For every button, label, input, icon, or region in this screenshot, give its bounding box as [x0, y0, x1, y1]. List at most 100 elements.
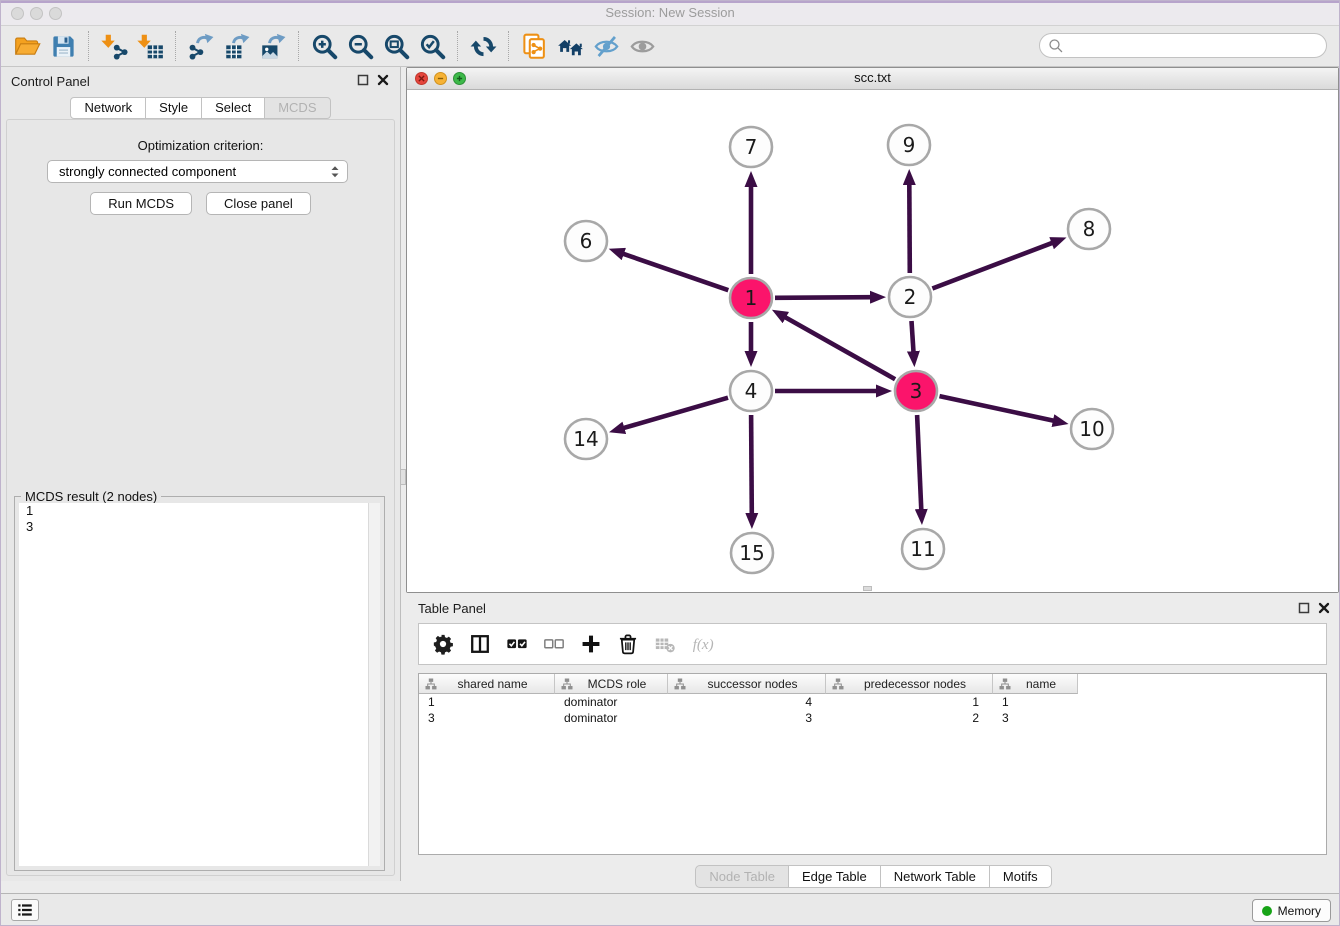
table-row[interactable]: 3dominator323 — [419, 710, 1326, 726]
window-minimize-button[interactable] — [30, 7, 43, 20]
node-14-label: 14 — [573, 427, 598, 451]
show-all-button[interactable] — [624, 29, 660, 63]
tab-select[interactable]: Select — [201, 97, 265, 119]
hierarchy-icon — [832, 678, 844, 690]
export-table-icon — [224, 33, 251, 60]
node-8-label: 8 — [1083, 217, 1096, 241]
delete-columns-button[interactable] — [617, 632, 639, 656]
cell-shared-name[interactable]: 3 — [419, 710, 555, 726]
cell-shared-name[interactable]: 1 — [419, 694, 555, 710]
node-3-label: 3 — [910, 379, 923, 403]
deselect-all-rows-button[interactable] — [543, 632, 565, 656]
cell-name[interactable]: 1 — [993, 694, 1078, 710]
function-builder-button: f(x) — [691, 632, 721, 656]
window-zoom-button[interactable] — [49, 7, 62, 20]
toolbar-separator — [175, 31, 176, 61]
cell-successor-nodes[interactable]: 4 — [668, 694, 826, 710]
edge-1-2[interactable] — [775, 297, 871, 298]
optimization-criterion-label: Optimization criterion: — [7, 138, 394, 153]
column-header-MCDS-role[interactable]: MCDS role — [555, 674, 668, 694]
open-session-button[interactable] — [9, 29, 45, 63]
column-header-name[interactable]: name — [993, 674, 1078, 694]
mcds-panel: Optimization criterion: strongly connect… — [6, 119, 395, 876]
zoom-in-icon — [311, 33, 338, 60]
add-column-button[interactable] — [580, 632, 602, 656]
export-table-button[interactable] — [219, 29, 255, 63]
export-image-button[interactable] — [255, 29, 291, 63]
cell-predecessor-nodes[interactable]: 2 — [826, 710, 993, 726]
first-neighbors-button[interactable] — [552, 29, 588, 63]
edge-1-6[interactable] — [623, 254, 728, 291]
zoom-selected-button[interactable] — [414, 29, 450, 63]
tab-network[interactable]: Network — [70, 97, 146, 119]
control-panel-tabs: NetworkStyleSelectMCDS — [1, 97, 400, 119]
hide-selected-button[interactable] — [588, 29, 624, 63]
zoom-fit-button[interactable] — [378, 29, 414, 63]
main-toolbar — [1, 26, 1339, 67]
result-node-id: 3 — [19, 519, 380, 535]
window-close-button[interactable] — [11, 7, 24, 20]
column-header-shared-name[interactable]: shared name — [419, 674, 555, 694]
tab-edge-table[interactable]: Edge Table — [788, 865, 881, 888]
memory-button[interactable]: Memory — [1252, 899, 1331, 922]
edge-3-11[interactable] — [917, 415, 921, 510]
search-box[interactable] — [1039, 33, 1327, 58]
edge-3-1[interactable] — [785, 317, 895, 379]
table-settings-button[interactable] — [432, 632, 454, 656]
toolbar-separator — [508, 31, 509, 61]
result-scrollbar[interactable] — [368, 503, 380, 866]
import-table-icon — [137, 33, 164, 60]
network-minimize-button[interactable] — [434, 72, 447, 85]
run-mcds-button[interactable]: Run MCDS — [90, 192, 192, 215]
export-network-button[interactable] — [183, 29, 219, 63]
apply-preferred-layout-button[interactable] — [465, 29, 501, 63]
tab-style[interactable]: Style — [145, 97, 202, 119]
memory-status-icon — [1262, 906, 1272, 916]
task-history-button[interactable] — [11, 899, 39, 921]
float-panel-icon[interactable] — [356, 73, 370, 87]
cell-successor-nodes[interactable]: 3 — [668, 710, 826, 726]
select-all-rows-button[interactable] — [506, 632, 528, 656]
import-table-button[interactable] — [132, 29, 168, 63]
zoom-in-button[interactable] — [306, 29, 342, 63]
cell-predecessor-nodes[interactable]: 1 — [826, 694, 993, 710]
search-input[interactable] — [1065, 35, 1326, 57]
tab-mcds[interactable]: MCDS — [264, 97, 330, 119]
edge-2-9[interactable] — [909, 184, 910, 273]
edge-2-8[interactable] — [932, 243, 1052, 289]
import-network-button[interactable] — [96, 29, 132, 63]
cell-name[interactable]: 3 — [993, 710, 1078, 726]
float-table-panel-icon[interactable] — [1297, 601, 1311, 615]
edge-4-15[interactable] — [751, 415, 752, 514]
list-icon — [16, 901, 34, 919]
network-canvas[interactable]: 7968124314101511 — [407, 90, 1338, 592]
cell-MCDS-role[interactable]: dominator — [555, 694, 668, 710]
table-panel: Table Panel f(x) shared nameMCDS rolesuc… — [406, 597, 1340, 893]
edge-2-3[interactable] — [912, 321, 914, 352]
edge-3-10[interactable] — [940, 396, 1054, 421]
network-splitter-grip[interactable] — [863, 586, 872, 591]
mcds-result-list[interactable]: 13 — [19, 503, 380, 866]
column-header-successor-nodes[interactable]: successor nodes — [668, 674, 826, 694]
new-network-from-selection-button[interactable] — [516, 29, 552, 63]
network-close-button[interactable] — [415, 72, 428, 85]
table-row[interactable]: 1dominator411 — [419, 694, 1326, 710]
cell-MCDS-role[interactable]: dominator — [555, 710, 668, 726]
optimization-criterion-select[interactable]: strongly connected component — [47, 160, 348, 183]
close-panel-button[interactable]: Close panel — [206, 192, 311, 215]
column-header-predecessor-nodes[interactable]: predecessor nodes — [826, 674, 993, 694]
control-panel-title: Control Panel — [11, 74, 90, 89]
toolbar-separator — [457, 31, 458, 61]
network-maximize-button[interactable] — [453, 72, 466, 85]
tab-node-table[interactable]: Node Table — [695, 865, 789, 888]
tab-network-table[interactable]: Network Table — [880, 865, 990, 888]
zoom-out-button[interactable] — [342, 29, 378, 63]
close-panel-icon[interactable] — [376, 73, 390, 87]
tab-motifs[interactable]: Motifs — [989, 865, 1052, 888]
toggle-column-display-button[interactable] — [469, 632, 491, 656]
save-session-button[interactable] — [45, 29, 81, 63]
houses-icon — [557, 33, 584, 60]
hierarchy-icon — [561, 678, 573, 690]
close-table-panel-icon[interactable] — [1317, 601, 1331, 615]
edge-4-14[interactable] — [623, 398, 728, 428]
